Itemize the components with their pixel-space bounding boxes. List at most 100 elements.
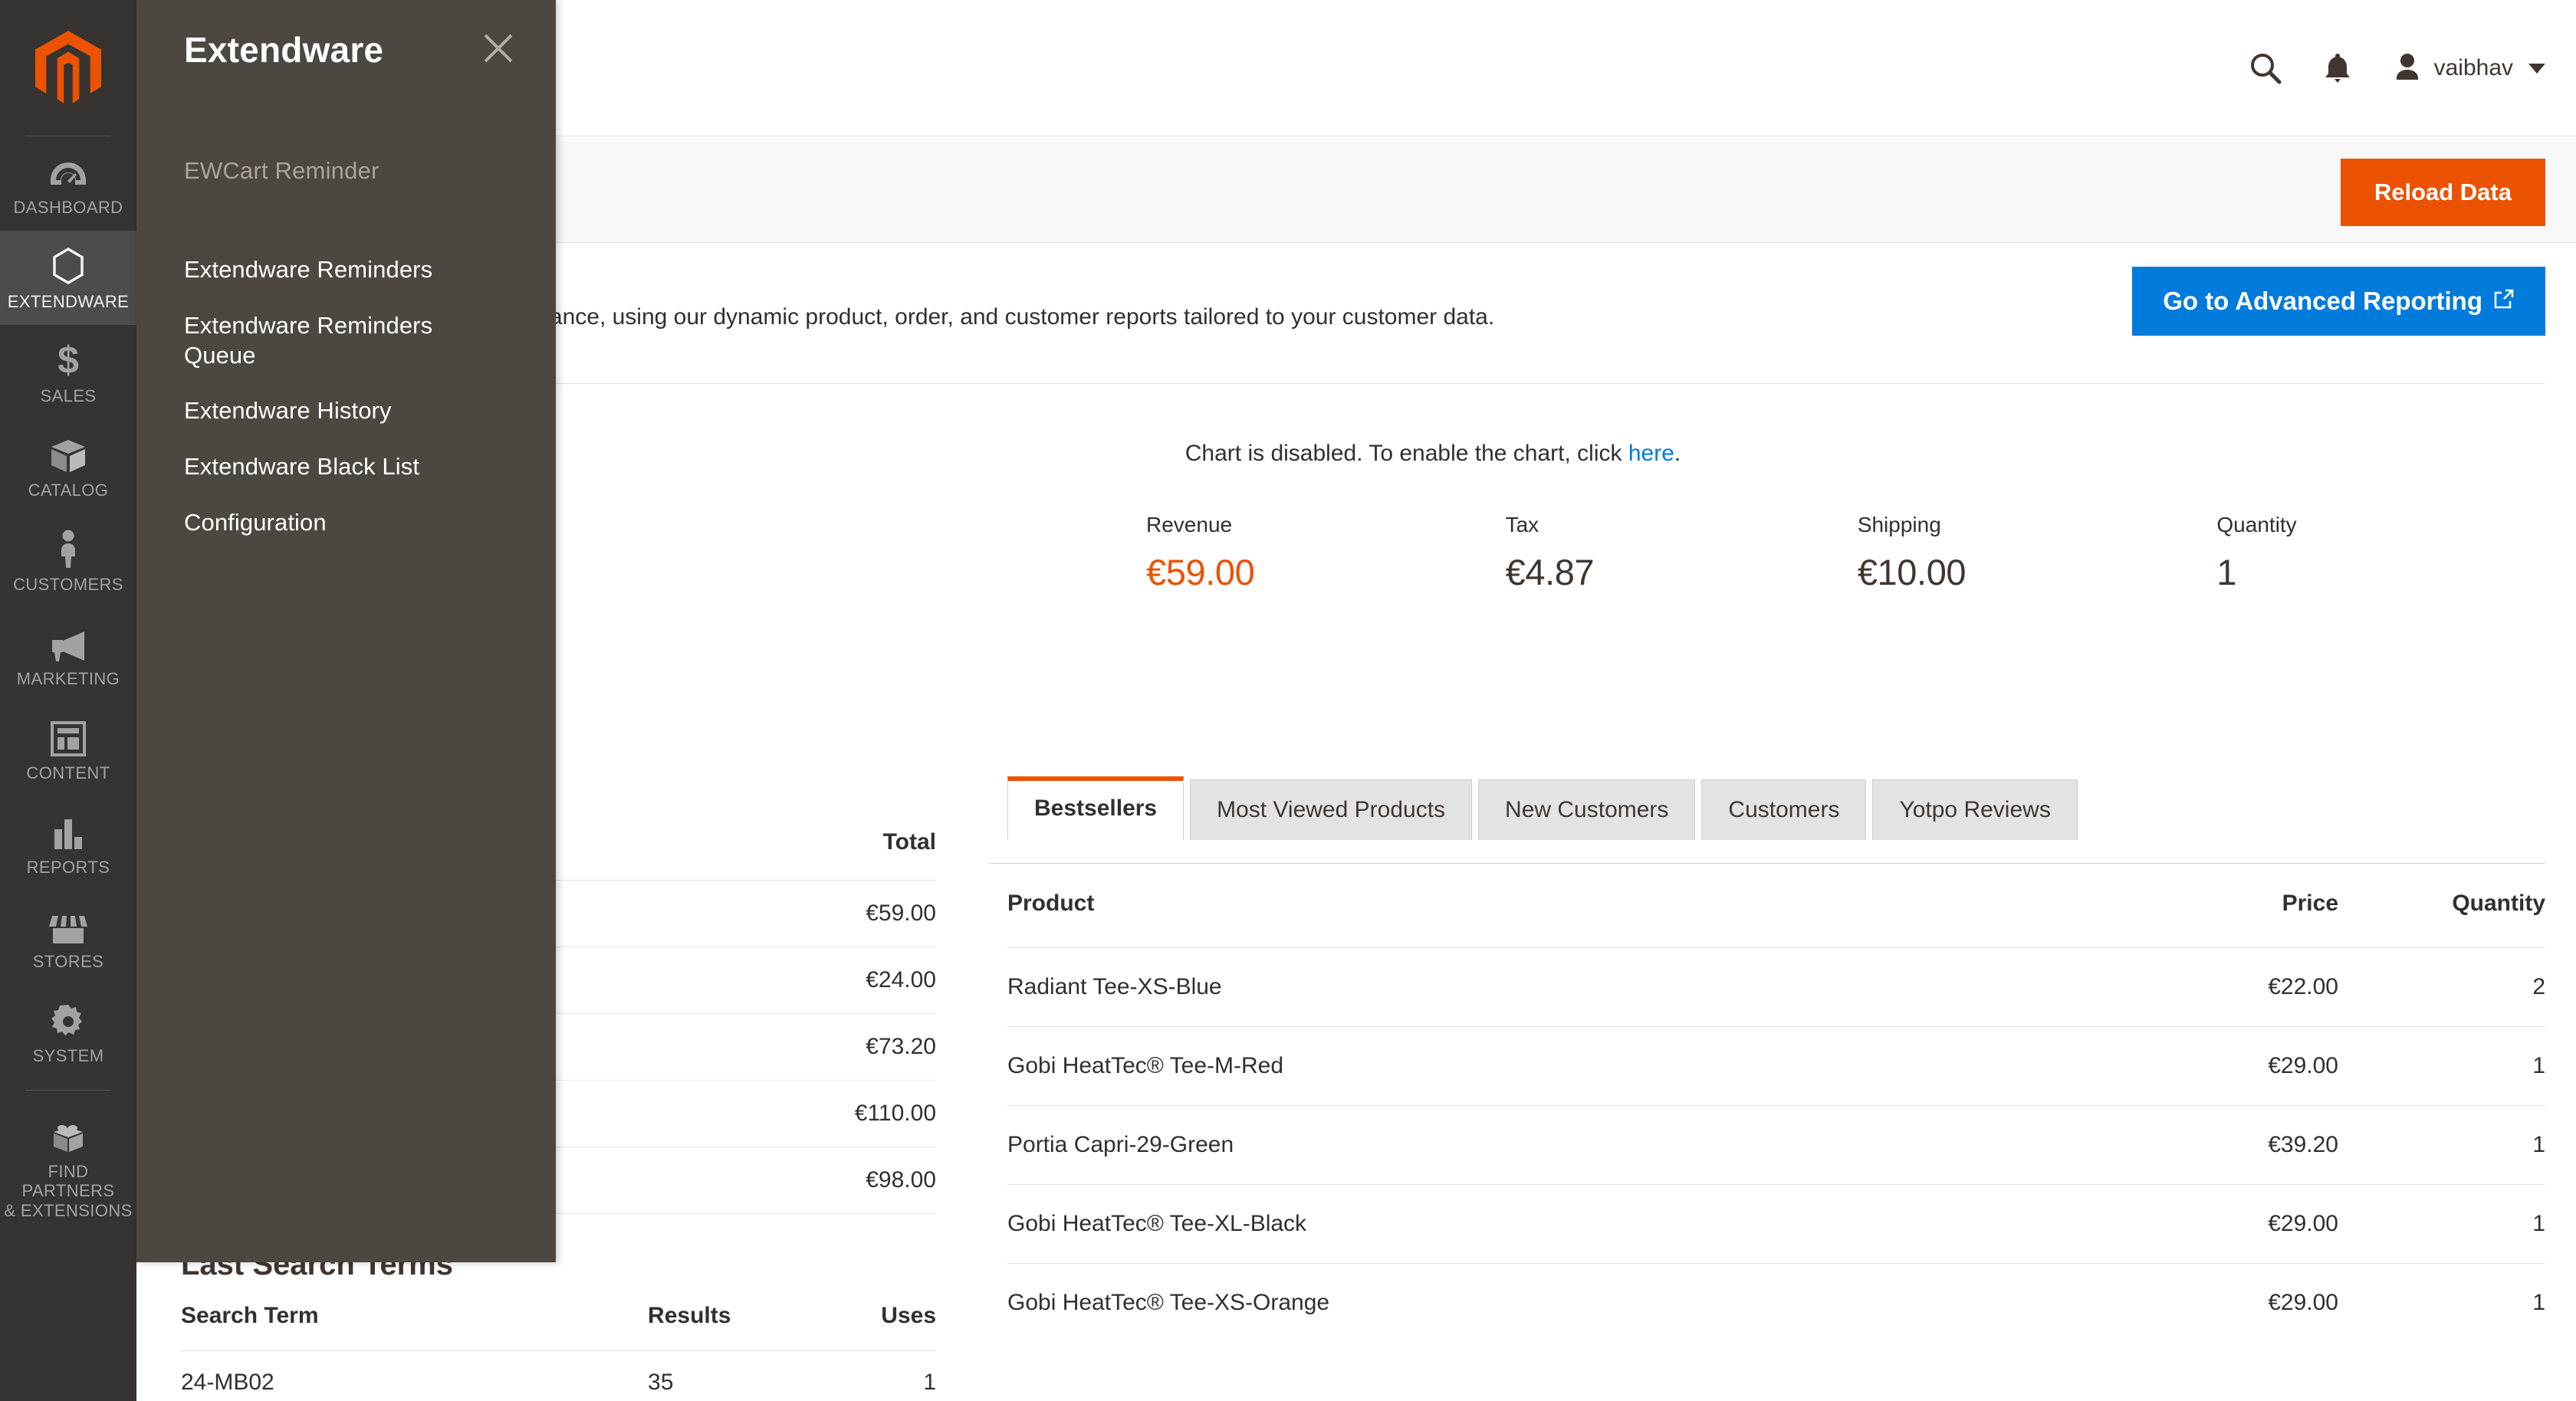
last-search-terms-table: Search Term Results Uses 24-MB02 35 1 <box>181 1303 936 1401</box>
sidebar-item-label: FIND PARTNERS & EXTENSIONS <box>4 1161 133 1221</box>
column-header-total: Total <box>566 829 936 881</box>
cell-price: €39.20 <box>2108 1105 2338 1185</box>
storefront-icon <box>49 905 87 945</box>
external-link-icon <box>2493 287 2515 316</box>
sidebar-item-marketing[interactable]: MARKETING <box>0 608 136 702</box>
cell-quantity: 1 <box>2338 1184 2545 1264</box>
kpi-label: Revenue <box>1146 513 1233 536</box>
bell-icon[interactable] <box>2324 52 2351 84</box>
user-menu[interactable]: vaibhav <box>2393 51 2545 86</box>
table-row: Portia Capri-29-Green €39.20 1 <box>1007 1105 2545 1185</box>
table-header-row: Product Price Quantity <box>1007 891 2545 948</box>
flyout-group-label: EWCart Reminder <box>184 157 380 184</box>
flyout-item-extendware-reminders[interactable]: Extendware Reminders <box>136 242 556 298</box>
search-icon[interactable] <box>2249 51 2282 85</box>
cell-total: €98.00 <box>566 1147 936 1214</box>
sidebar-item-catalog[interactable]: CATALOG <box>0 419 136 513</box>
go-to-advanced-reporting-button[interactable]: Go to Advanced Reporting <box>2132 267 2545 336</box>
chart-notice-text-after: . <box>1674 441 1681 466</box>
column-header-price: Price <box>2108 891 2338 948</box>
sidebar-item-reports[interactable]: REPORTS <box>0 796 136 891</box>
cell-product: Gobi HeatTec® Tee-XS-Orange <box>1007 1290 1330 1315</box>
sidebar-item-content[interactable]: CONTENT <box>0 702 136 796</box>
dashboard-gauge-icon <box>49 151 87 191</box>
column-header-uses: Uses <box>861 1303 936 1351</box>
hexagon-icon <box>51 245 86 285</box>
cell-total: €24.00 <box>566 947 936 1014</box>
kpi-label: Shipping <box>1857 513 1941 536</box>
layout-icon <box>51 717 86 756</box>
cell-total: €73.20 <box>566 1013 936 1081</box>
sidebar-item-system[interactable]: SYSTEM <box>0 985 136 1079</box>
table-row: Gobi HeatTec® Tee-M-Red €29.00 1 <box>1007 1026 2545 1106</box>
column-header-product: Product <box>1007 891 2108 948</box>
megaphone-icon <box>49 622 87 662</box>
sidebar-item-customers[interactable]: CUSTOMERS <box>0 513 136 608</box>
cell-product: Gobi HeatTec® Tee-XL-Black <box>1007 1184 2108 1264</box>
kpi-quantity: Quantity 1 <box>2216 513 2576 593</box>
tab-most-viewed-products[interactable]: Most Viewed Products <box>1190 779 1473 840</box>
tab-new-customers[interactable]: New Customers <box>1478 779 1696 840</box>
magento-logo-icon <box>35 31 101 103</box>
flyout-title: Extendware <box>184 30 384 70</box>
sidebar-item-label: EXTENDWARE <box>7 291 130 311</box>
chart-disabled-notice: Chart is disabled. To enable the chart, … <box>290 441 2576 467</box>
sidebar-item-dashboard[interactable]: DASHBOARD <box>0 136 136 231</box>
sidebar-item-stores[interactable]: STORES <box>0 891 136 985</box>
cell-uses: 1 <box>861 1350 936 1401</box>
sidebar-item-label: REPORTS <box>26 857 110 877</box>
cell-price: €22.00 <box>2108 947 2338 1027</box>
kpi-label: Quantity <box>2216 513 2297 536</box>
tab-customers[interactable]: Customers <box>1701 779 1867 840</box>
close-icon[interactable] <box>481 31 516 66</box>
table-header-row: Search Term Results Uses <box>181 1303 936 1351</box>
svg-text:$: $ <box>58 341 79 379</box>
cell-quantity: 1 <box>2532 1290 2545 1315</box>
tab-yotpo-reviews[interactable]: Yotpo Reviews <box>1872 779 2078 840</box>
main-sidebar: DASHBOARD EXTENDWARE $ SALES CATALOG CUS… <box>0 0 136 1401</box>
bar-chart-icon <box>52 811 84 851</box>
sidebar-item-sales[interactable]: $ SALES <box>0 325 136 419</box>
kpi-summary-row: Revenue €59.00 Tax €4.87 Shipping €10.00… <box>1146 513 2576 593</box>
extendware-flyout-menu: Extendware EWCart Reminder Extendware Re… <box>136 0 556 1262</box>
kpi-value: €59.00 <box>1146 552 1255 592</box>
flyout-item-extendware-history[interactable]: Extendware History <box>136 383 556 439</box>
flyout-item-extendware-reminders-queue[interactable]: Extendware Reminders Queue <box>136 298 556 384</box>
cell-product: Portia Capri-29-Green <box>1007 1105 2108 1185</box>
gear-icon <box>51 999 86 1039</box>
sidebar-item-label: CUSTOMERS <box>13 574 123 594</box>
cell-total: €110.00 <box>566 1080 936 1147</box>
tab-bestsellers[interactable]: Bestsellers <box>1007 776 1184 840</box>
dashboard-tabs: Bestsellers Most Viewed Products New Cus… <box>1007 776 2084 840</box>
cell-results: 35 <box>368 1350 862 1401</box>
kpi-value: €4.87 <box>1505 552 1595 592</box>
cell-quantity: 2 <box>2338 947 2545 1027</box>
table-row: Radiant Tee-XS-Blue €22.00 2 <box>1007 947 2545 1027</box>
enable-chart-link[interactable]: here <box>1628 441 1674 466</box>
table-row: Gobi HeatTec® Tee-XL-Black €29.00 1 <box>1007 1184 2545 1264</box>
magento-logo[interactable] <box>0 0 136 136</box>
sidebar-item-label: STORES <box>32 951 104 971</box>
cell-search-term: 24-MB02 <box>181 1350 369 1401</box>
column-header-search-term: Search Term <box>181 1303 369 1351</box>
cell-total: €59.00 <box>566 880 936 947</box>
kpi-value: €10.00 <box>1857 552 1967 592</box>
box-icon <box>50 434 87 474</box>
flyout-item-extendware-black-list[interactable]: Extendware Black List <box>136 439 556 495</box>
flyout-item-configuration[interactable]: Configuration <box>136 495 556 551</box>
chevron-down-icon <box>2528 63 2545 74</box>
tabs-underline <box>989 863 2545 864</box>
sidebar-item-label: CATALOG <box>28 480 109 500</box>
user-avatar-icon <box>2393 51 2422 86</box>
sidebar-item-find-partners[interactable]: FIND PARTNERS & EXTENSIONS <box>0 1101 136 1235</box>
person-icon <box>56 528 80 568</box>
dollar-icon: $ <box>55 340 81 379</box>
sidebar-item-label: CONTENT <box>26 763 110 783</box>
sidebar-item-extendware[interactable]: EXTENDWARE <box>0 230 136 325</box>
user-name-label: vaibhav <box>2433 55 2513 80</box>
chart-notice-text-before: Chart is disabled. To enable the chart, … <box>1184 441 1628 466</box>
admin-dashboard-screen: DASHBOARD EXTENDWARE $ SALES CATALOG CUS… <box>0 0 2576 1401</box>
cell-product: Radiant Tee-XS-Blue <box>1007 947 2108 1027</box>
reload-data-button[interactable]: Reload Data <box>2340 159 2545 226</box>
advanced-reporting-button-label: Go to Advanced Reporting <box>2163 287 2482 315</box>
